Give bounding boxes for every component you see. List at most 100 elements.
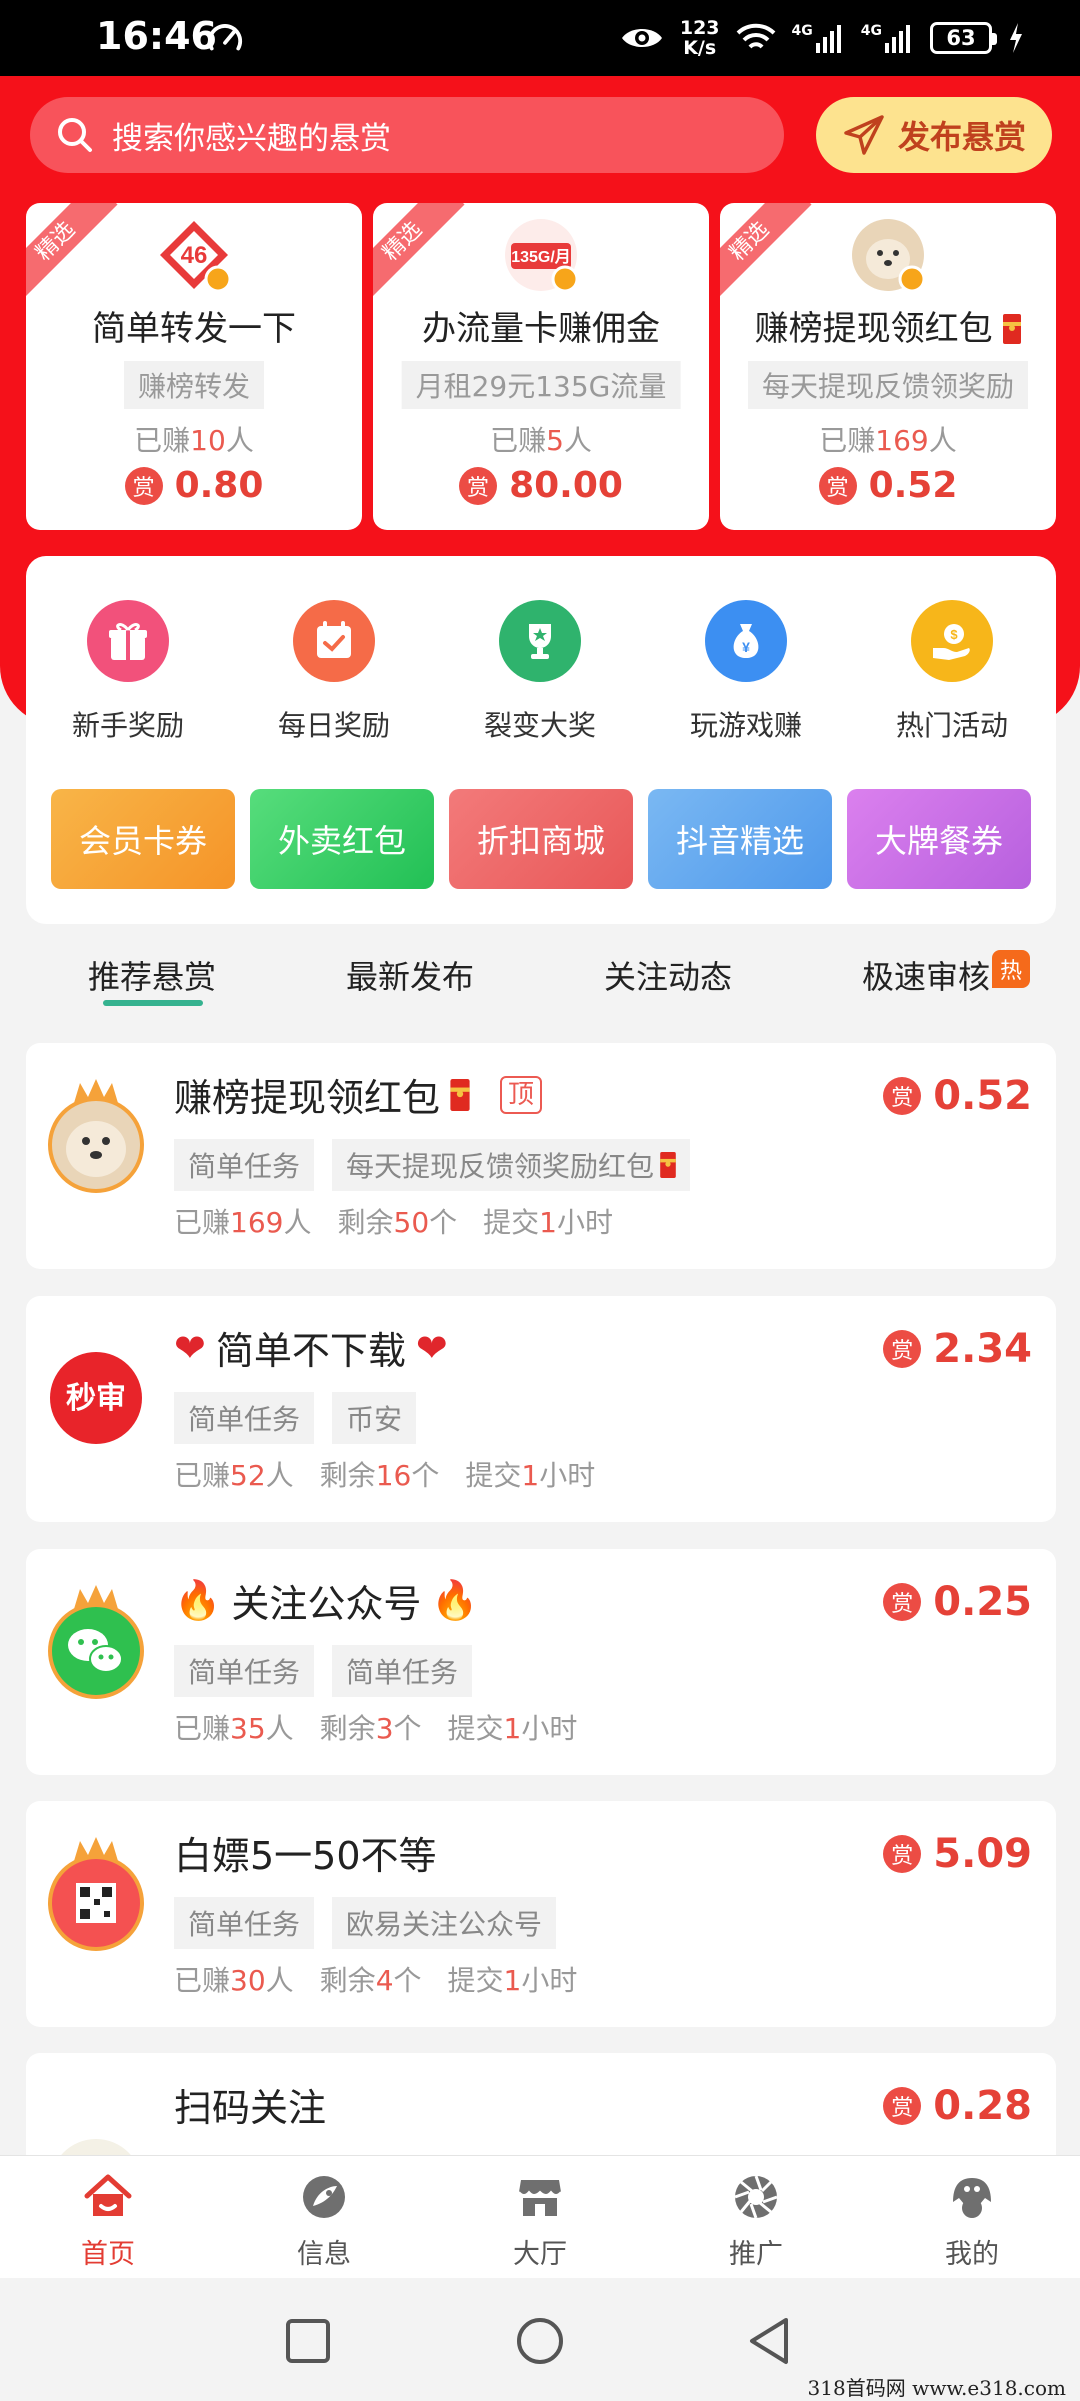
calendar-check-icon	[293, 600, 375, 682]
nav-promote[interactable]: 推广	[696, 2172, 816, 2271]
task-tags: 简单任务 欧易关注公众号	[174, 1897, 557, 1949]
watermark-text: 318首码网 www.e318.com	[807, 2376, 1066, 2400]
task-tag: 简单任务	[174, 1645, 315, 1697]
featured-reward: 赏 80.00	[373, 465, 709, 506]
red-envelope-icon	[1003, 314, 1022, 344]
task-tag: 币安	[332, 1392, 417, 1444]
featured-earned: 已赚5人	[490, 424, 592, 457]
heart-icon: ❤	[415, 1325, 448, 1370]
task-tags: 简单任务 简单任务	[174, 1645, 473, 1697]
reward-badge-icon: 赏	[124, 466, 163, 505]
sim-card-icon: 135G/月	[505, 219, 579, 293]
recents-square-icon[interactable]	[285, 2318, 331, 2364]
tab-following[interactable]: 关注动态	[604, 952, 732, 998]
reward-amount: 0.25	[933, 1579, 1032, 1625]
task-title: 赚榜提现领红包 顶	[174, 1067, 543, 1122]
eye-icon	[621, 29, 662, 47]
search-input[interactable]: 搜索你感兴趣的悬赏	[30, 97, 784, 173]
reward-badge-icon: 赏	[883, 2087, 922, 2125]
task-reward: 赏 0.25	[883, 1579, 1032, 1625]
tab-fast-review[interactable]: 极速审核	[862, 952, 990, 998]
task-reward: 赏 0.28	[883, 2083, 1032, 2129]
gift-icon	[87, 600, 169, 682]
task-card[interactable]: 赚榜提现领红包 顶 简单任务 每天提现反馈领奖励红包 已赚169人 剩余50个 …	[26, 1043, 1056, 1269]
task-tag: 欧易关注公众号	[332, 1897, 557, 1949]
net-speed: 123 K/s	[679, 17, 720, 59]
task-tags: 简单任务 每天提现反馈领奖励红包	[174, 1139, 691, 1191]
featured-card[interactable]: 精选 46 简单转发一下 赚榜转发 已赚10人 赏 0.80	[26, 203, 362, 530]
task-title: ❤ 简单不下载 ❤	[174, 1325, 448, 1374]
task-tag: 简单任务	[174, 1897, 315, 1949]
featured-card[interactable]: 精选 135G/月 办流量卡赚佣金 月租29元135G流量 已赚5人 赏 80.…	[373, 203, 709, 530]
task-stats: 已赚169人 剩余50个 提交1小时	[174, 1206, 614, 1239]
search-placeholder: 搜索你感兴趣的悬赏	[112, 120, 391, 157]
bottom-navigation: 首页 信息 大厅 推广 我的	[0, 2155, 1080, 2278]
entry-newbie-reward[interactable]: 新手奖励	[48, 600, 208, 744]
task-reward: 赏 0.52	[883, 1073, 1032, 1119]
svg-text:秒审: 秒审	[66, 1381, 126, 1416]
reward-amount: 2.34	[933, 1326, 1032, 1372]
featured-reward: 赏 0.80	[26, 465, 362, 506]
task-title: 白嫖5一50不等	[174, 1834, 437, 1878]
reward-amount: 0.80	[174, 465, 264, 506]
nav-hall[interactable]: 大厅	[480, 2172, 600, 2271]
svg-text:$: $	[950, 627, 958, 642]
promo-discount-mall[interactable]: 折扣商城	[449, 789, 633, 889]
featured-title: 赚榜提现领红包	[720, 301, 1056, 350]
featured-avatar: 135G/月	[503, 217, 579, 293]
reward-badge-icon: 赏	[883, 1077, 922, 1115]
trophy-icon	[499, 600, 581, 682]
fire-icon: 🔥	[174, 1578, 222, 1622]
promo-takeout-redpacket[interactable]: 外卖红包	[250, 789, 434, 889]
coin-hand-icon: $	[911, 600, 993, 682]
task-title: 扫码关注	[174, 2086, 327, 2130]
search-icon	[58, 118, 92, 152]
shop-icon	[518, 2180, 562, 2216]
task-tags: 简单任务 币安	[174, 1392, 417, 1444]
reward-amount: 0.52	[868, 465, 958, 506]
reward-badge-icon: 赏	[818, 466, 857, 505]
reward-amount: 5.09	[933, 1831, 1032, 1877]
task-tag: 每天提现反馈领奖励红包	[332, 1139, 691, 1191]
wechat-avatar-icon	[48, 1585, 144, 1699]
paper-plane-icon	[844, 115, 884, 155]
task-reward: 赏 2.34	[883, 1326, 1032, 1372]
entry-daily-reward[interactable]: 每日奖励	[254, 600, 414, 744]
tab-active-indicator	[103, 1000, 203, 1006]
tab-latest[interactable]: 最新发布	[346, 952, 474, 998]
wifi-icon	[736, 23, 775, 49]
red-envelope-icon	[660, 1152, 676, 1178]
entry-play-games[interactable]: ¥ 玩游戏赚	[666, 600, 826, 744]
publish-reward-button[interactable]: 发布悬赏	[816, 97, 1052, 173]
nav-profile[interactable]: 我的	[912, 2172, 1032, 2271]
nav-messages[interactable]: 信息	[264, 2172, 384, 2271]
task-card[interactable]: 秒审 ❤ 简单不下载 ❤ 简单任务 币安 已赚52人 剩余16个 提交1小时 赏 2…	[26, 1296, 1056, 1522]
reward-badge-icon: 赏	[883, 1835, 922, 1873]
promo-member-coupon[interactable]: 会员卡券	[51, 789, 235, 889]
promo-douyin-select[interactable]: 抖音精选	[648, 789, 832, 889]
featured-title: 办流量卡赚佣金	[422, 309, 660, 349]
instant-review-avatar: 秒审	[50, 1352, 142, 1444]
task-card[interactable]: 🔥 关注公众号 🔥 简单任务 简单任务 已赚35人 剩余3个 提交1小时 赏 0.2…	[26, 1549, 1056, 1775]
promo-brand-meal-coupon[interactable]: 大牌餐券	[847, 789, 1031, 889]
fire-icon: 🔥	[431, 1578, 479, 1622]
entry-fission-prize[interactable]: 裂变大奖	[460, 600, 620, 744]
charging-icon	[1010, 23, 1022, 53]
task-card[interactable]: 白嫖5一50不等 简单任务 欧易关注公众号 已赚30人 剩余4个 提交1小时 赏…	[26, 1801, 1056, 2027]
aperture-icon	[734, 2175, 778, 2219]
quick-entry-panel: 新手奖励 每日奖励 裂变大奖 ¥ 玩游戏赚 $ 热门活动 会员卡券 外卖红包 折…	[26, 556, 1056, 924]
nav-home[interactable]: 首页	[48, 2172, 168, 2271]
featured-ribbon: 精选	[26, 203, 118, 304]
entry-hot-activity[interactable]: $ 热门活动	[872, 600, 1032, 744]
tab-recommended[interactable]: 推荐悬赏	[88, 952, 216, 998]
qr-avatar-icon	[48, 1837, 144, 1951]
featured-ribbon: 精选	[720, 203, 812, 304]
task-title: 🔥 关注公众号 🔥	[174, 1578, 479, 1626]
red-envelope-icon	[450, 1078, 470, 1111]
reward-amount: 0.28	[933, 2083, 1032, 2129]
home-circle-icon[interactable]	[515, 2316, 565, 2366]
back-triangle-icon[interactable]	[746, 2316, 792, 2366]
featured-card[interactable]: 精选 赚榜提现领红包 每天提现反馈领奖励 已赚169人 赏 0.52	[720, 203, 1056, 530]
signal-1: 4G	[792, 23, 845, 53]
money-bag-icon: ¥	[705, 600, 787, 682]
